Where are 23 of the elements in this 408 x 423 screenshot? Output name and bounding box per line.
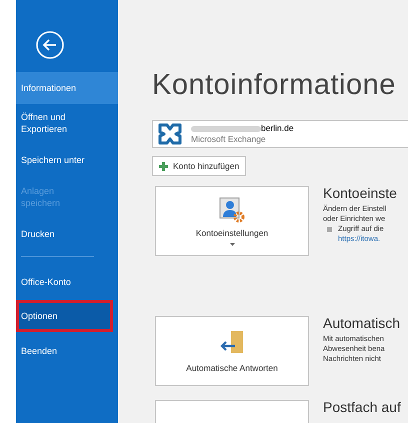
account-type: Microsoft Exchange (191, 134, 267, 145)
section-heading: Kontoeinste (323, 188, 397, 198)
back-button[interactable] (35, 30, 65, 60)
section-heading: Postfach auf (323, 402, 401, 412)
sidebar-item[interactable]: Optionen (16, 300, 113, 332)
plus-icon (159, 162, 168, 170)
add-account-button[interactable]: Konto hinzufügen (152, 156, 246, 176)
account-selector[interactable]: berlin.de Microsoft Exchange (152, 120, 408, 148)
section-heading: Automatisch (323, 318, 400, 328)
section-button[interactable]: Kontoeinstellungen (155, 186, 309, 256)
sidebar-item[interactable]: Öffnen und Exportieren (16, 104, 118, 141)
sidebar-item[interactable]: Drucken (16, 215, 118, 252)
bullet-icon (327, 226, 332, 232)
exchange-icon (157, 122, 183, 146)
section-button[interactable]: Automatische Antworten (155, 316, 309, 386)
sidebar-item[interactable]: Beenden (16, 332, 118, 369)
sidebar-item[interactable]: Informationen (16, 72, 118, 104)
account-email: berlin.de (261, 123, 294, 134)
sidebar-item[interactable]: Speichern unter (16, 141, 118, 178)
blurred-text (191, 126, 261, 132)
page-title: Kontoinformatione (152, 69, 397, 102)
account-settings-icon (219, 196, 245, 222)
sidebar-item[interactable]: Office-Konto (16, 263, 118, 300)
